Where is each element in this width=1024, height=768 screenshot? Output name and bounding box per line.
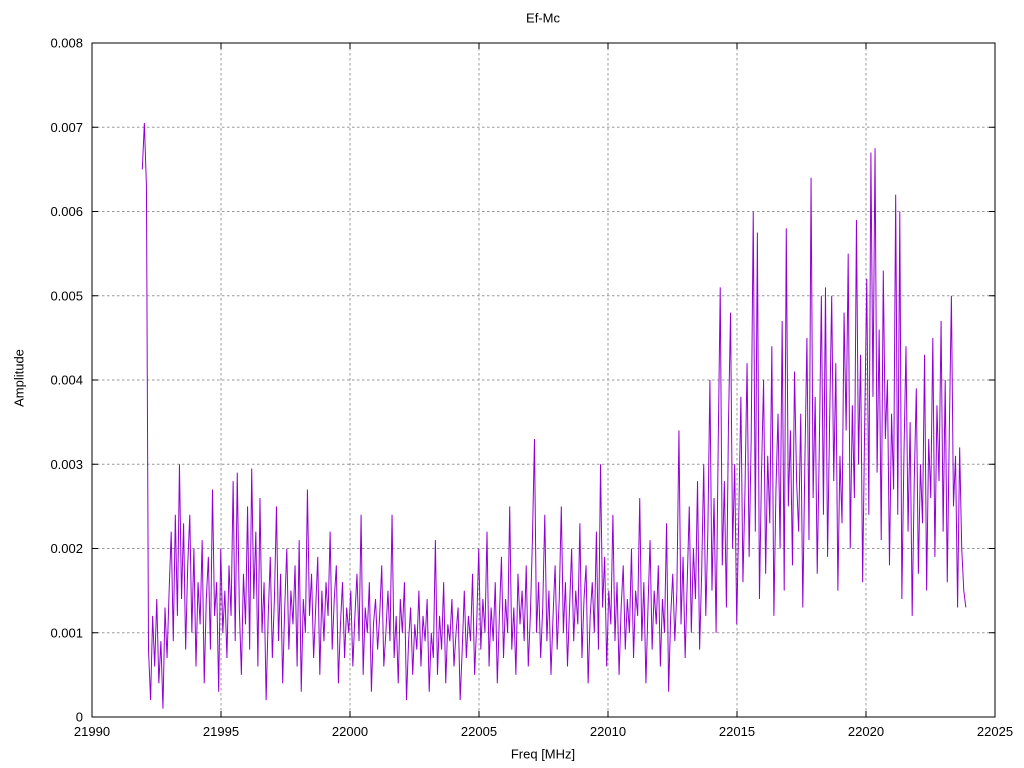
x-tick-label: 21995 <box>203 724 239 739</box>
y-tick-label: 0.006 <box>50 204 83 219</box>
y-tick-label: 0.008 <box>50 36 83 51</box>
y-tick-label: 0.002 <box>50 541 83 556</box>
x-axis-label: Freq [MHz] <box>510 746 576 762</box>
plot-canvas: 21990 21995 22000 22005 22010 22015 22020 22025… <box>50 36 1013 740</box>
y-tick-label: 0.007 <box>50 120 83 135</box>
x-tick-label: 22010 <box>590 724 626 739</box>
x-tick-label: 22020 <box>848 724 884 739</box>
x-tick-label: 22000 <box>332 724 368 739</box>
y-tick-label: 0.003 <box>50 457 83 472</box>
x-tick-label: 22015 <box>719 724 755 739</box>
x-tick-label: 22025 <box>977 724 1013 739</box>
y-tick-label: 0 <box>76 710 83 725</box>
x-tick-label: 22005 <box>461 724 497 739</box>
x-tick-label: 21990 <box>74 724 110 739</box>
y-tick-label: 0.001 <box>50 625 83 640</box>
series-line <box>141 123 967 709</box>
y-tick-label: 0.005 <box>50 288 83 303</box>
chart-title: Ef-Mc <box>526 10 560 26</box>
chart-figure: Ef-Mc Amplitude Freq [MHz] 21990 21995 220… <box>0 0 1024 768</box>
y-axis-label: Amplitude <box>11 349 27 407</box>
y-tick-label: 0.004 <box>50 373 83 388</box>
